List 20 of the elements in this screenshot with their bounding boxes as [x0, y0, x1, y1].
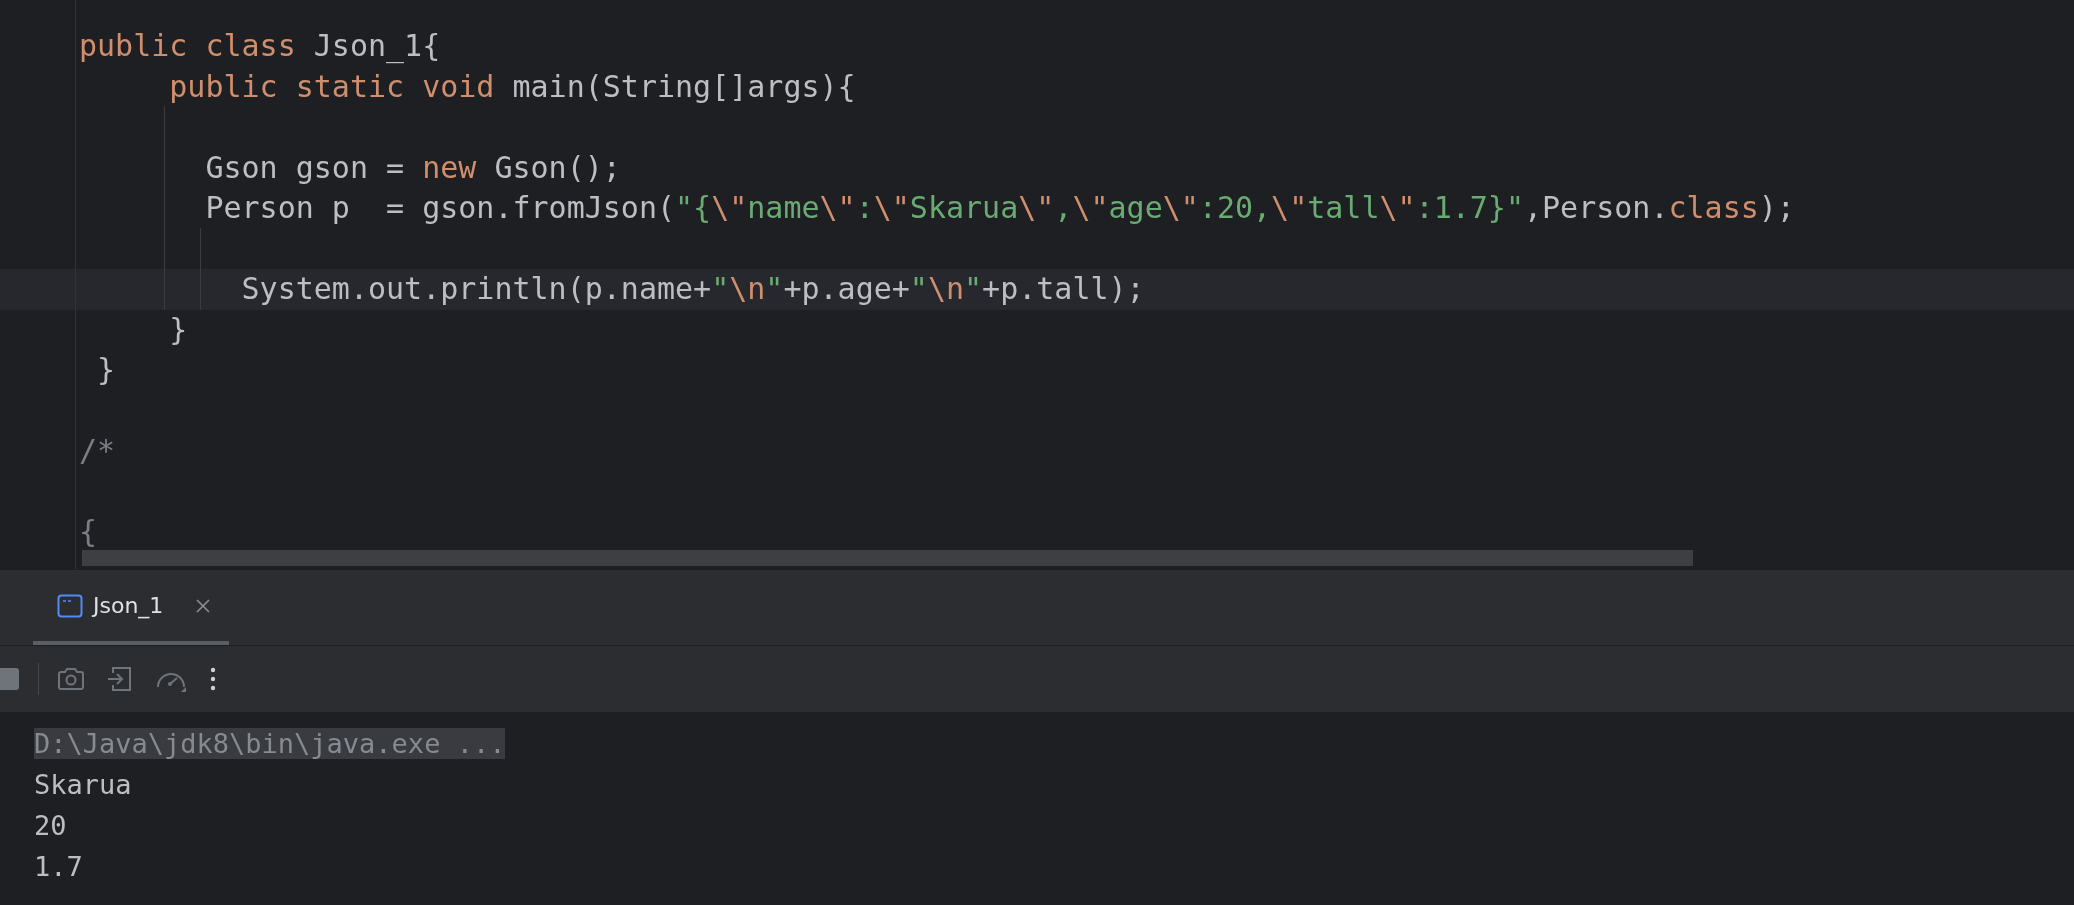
- output-line: Skarua: [34, 769, 132, 800]
- code-line: }: [96, 351, 116, 389]
- scrollbar-thumb[interactable]: [82, 550, 1693, 566]
- code-line: {: [79, 513, 98, 551]
- code-line: public static void main(String[]args){: [168, 67, 856, 106]
- more-icon[interactable]: [209, 666, 217, 692]
- code-line: Person p = gson.fromJson("{\"name\":\"Skarua\",\"age\":20,\"tall\":1.7}",Person.class);: [204, 189, 1795, 227]
- output-line: 20: [34, 810, 67, 841]
- exit-icon[interactable]: [107, 665, 133, 693]
- camera-icon[interactable]: [57, 666, 85, 692]
- run-tab[interactable]: Json_1: [33, 570, 230, 645]
- close-icon[interactable]: [195, 597, 212, 614]
- code-line: System.out.println(p.name+"\n"+p.age+"\n"+p.tall);: [240, 270, 1145, 308]
- code-editor[interactable]: [0, 0, 2074, 569]
- output-line: 1.7: [34, 851, 83, 882]
- code-line: Gson gson = new Gson();: [204, 148, 621, 187]
- console-icon: [57, 593, 83, 618]
- code-line: public class Json_1{: [79, 27, 441, 66]
- code-line: }: [168, 310, 188, 349]
- code-line: /*: [79, 432, 116, 470]
